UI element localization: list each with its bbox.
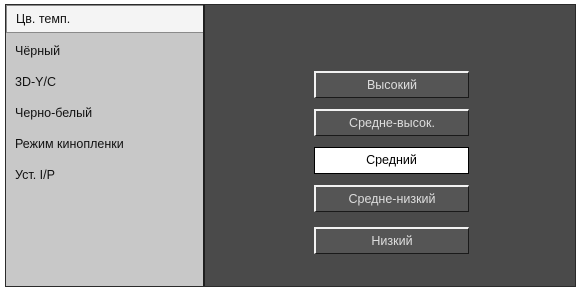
option-medium-low[interactable]: Средне-низкий — [314, 185, 469, 212]
option-medium-high[interactable]: Средне-высок. — [314, 109, 469, 136]
option-medium[interactable]: Средний — [314, 147, 469, 174]
menu-item-color-temp[interactable]: Цв. темп. — [6, 5, 203, 33]
settings-menu: Цв. темп. Чёрный 3D-Y/C Черно-белый Режи… — [6, 5, 205, 286]
options-panel: Высокий Средне-высок. Средний Средне-низ… — [205, 5, 575, 286]
settings-window: Цв. темп. Чёрный 3D-Y/C Черно-белый Режи… — [5, 4, 576, 287]
menu-item-film-mode[interactable]: Режим кинопленки — [6, 129, 203, 160]
option-low[interactable]: Низкий — [314, 227, 469, 254]
menu-item-black-white[interactable]: Черно-белый — [6, 98, 203, 129]
menu-item-black[interactable]: Чёрный — [6, 36, 203, 67]
menu-item-3d-yc[interactable]: 3D-Y/C — [6, 67, 203, 98]
menu-item-ip-setting[interactable]: Уст. I/P — [6, 160, 203, 191]
option-high[interactable]: Высокий — [314, 71, 469, 98]
